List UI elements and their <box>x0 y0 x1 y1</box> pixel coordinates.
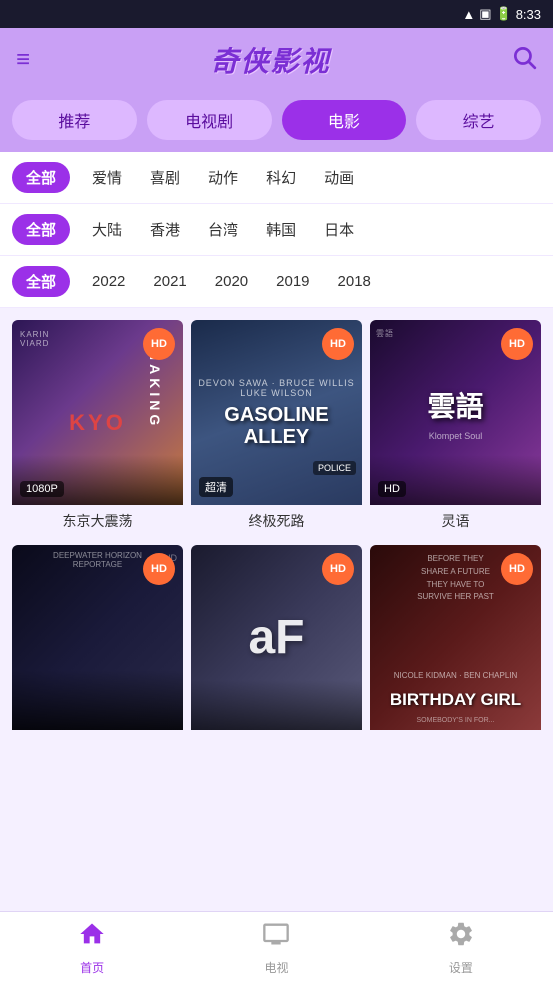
movie-poster-3: HD 雲語 雲語 Klompet Soul HD <box>370 320 541 505</box>
poster-karin: KARINVIARD <box>20 330 49 348</box>
movie-card-4[interactable]: HD DEEPWATER HORIZONREPORTAGE HD <box>12 545 183 742</box>
settings-icon <box>447 920 475 955</box>
movie-title-2: 终极死路 <box>191 505 362 537</box>
battery-icon: 🔋 <box>496 6 512 22</box>
bottom-nav-settings[interactable]: 设置 <box>369 912 553 983</box>
movie-card-2[interactable]: HD DEVON SAWA · BRUCE WILLISLUKE WILSON … <box>191 320 362 537</box>
poster-title-jp: KYO <box>69 410 126 436</box>
hd-badge-4: HD <box>143 553 175 585</box>
poster-main-2: GASOLINEALLEY <box>224 404 328 448</box>
poster-actors-2: DEVON SAWA · BRUCE WILLISLUKE WILSON <box>198 378 354 398</box>
region-filter-tw[interactable]: 台湾 <box>202 217 244 242</box>
year-filter-row: 全部 2022 2021 2020 2019 2018 <box>0 256 553 308</box>
poster-gradient-4 <box>12 670 183 730</box>
movie-card-6[interactable]: HD BEFORE THEYSHARE A FUTURETHEY HAVE TO… <box>370 545 541 742</box>
region-filter-kr[interactable]: 韩国 <box>260 217 302 242</box>
poster-top-text-3: 雲語 <box>376 328 394 339</box>
region-filter-hk[interactable]: 香港 <box>144 217 186 242</box>
movie-title-5 <box>191 730 362 742</box>
quality-badge-3: HD <box>378 481 406 497</box>
year-filter-all[interactable]: 全部 <box>12 266 70 297</box>
year-filter-2022[interactable]: 2022 <box>86 271 131 292</box>
menu-button[interactable]: ≡ <box>16 46 30 74</box>
hd-badge-3: HD <box>501 328 533 360</box>
poster-chinese-3: 雲語 <box>427 385 483 425</box>
hd-badge-2: HD <box>322 328 354 360</box>
genre-filter-animation[interactable]: 动画 <box>318 165 360 190</box>
tab-recommend[interactable]: 推荐 <box>12 100 137 140</box>
signal-icon: ▣ <box>479 6 491 22</box>
hd-badge-5: HD <box>322 553 354 585</box>
app-header: ≡ 奇侠影视 <box>0 28 553 92</box>
movie-title-3: 灵语 <box>370 505 541 537</box>
movie-card-1[interactable]: HD KARINVIARD KYO HAKING 1080P 东京大震荡 <box>12 320 183 537</box>
tab-variety[interactable]: 综艺 <box>416 100 541 140</box>
search-button[interactable] <box>511 44 537 77</box>
poster-vertical-text: HAKING <box>147 350 163 429</box>
nav-tabs: 推荐 电视剧 电影 综艺 <box>0 92 553 152</box>
time-display: 8:33 <box>516 7 541 22</box>
quality-badge-2: 超清 <box>199 477 233 497</box>
wifi-icon: ▲ <box>462 7 475 22</box>
poster-actors-6: NICOLE KIDMAN · BEN CHAPLIN <box>394 671 518 680</box>
tab-tv[interactable]: 电视剧 <box>147 100 272 140</box>
poster-gradient-1 <box>12 455 183 505</box>
genre-filter-comedy[interactable]: 喜剧 <box>144 165 186 190</box>
movie-card-5[interactable]: HD aF <box>191 545 362 742</box>
genre-filter-action[interactable]: 动作 <box>202 165 244 190</box>
year-filter-2019[interactable]: 2019 <box>270 271 315 292</box>
poster-sub-4: DEEPWATER HORIZONREPORTAGE <box>53 551 142 569</box>
movie-grid: HD KARINVIARD KYO HAKING 1080P 东京大震荡 HD … <box>0 308 553 746</box>
app-title: 奇侠影视 <box>211 40 331 80</box>
poster-tagline2-6: SOMEBODY'S IN FOR... <box>417 717 495 724</box>
status-bar: ▲ ▣ 🔋 8:33 <box>0 0 553 28</box>
tv-icon <box>262 920 290 955</box>
hd-badge-1: HD <box>143 328 175 360</box>
movie-poster-6: HD BEFORE THEYSHARE A FUTURETHEY HAVE TO… <box>370 545 541 730</box>
poster-gradient-5 <box>191 680 362 730</box>
movie-card-3[interactable]: HD 雲語 雲語 Klompet Soul HD 灵语 <box>370 320 541 537</box>
movie-poster-1: HD KARINVIARD KYO HAKING 1080P <box>12 320 183 505</box>
filter-section: 全部 爱情 喜剧 动作 科幻 动画 全部 大陆 香港 台湾 韩国 日本 全部 2… <box>0 152 553 308</box>
poster-title-6: BIRTHDAY GIRL <box>390 690 521 710</box>
bottom-nav-home[interactable]: 首页 <box>0 912 184 983</box>
genre-filter-row: 全部 爱情 喜剧 动作 科幻 动画 <box>0 152 553 204</box>
region-filter-row: 全部 大陆 香港 台湾 韩国 日本 <box>0 204 553 256</box>
year-filter-2018[interactable]: 2018 <box>332 271 377 292</box>
home-label: 首页 <box>80 959 104 976</box>
poster-sub-3: Klompet Soul <box>429 431 483 441</box>
movie-poster-5: HD aF <box>191 545 362 730</box>
region-filter-all[interactable]: 全部 <box>12 214 70 245</box>
movie-title-6 <box>370 730 541 742</box>
bottom-nav-tv[interactable]: 电视 <box>184 912 368 983</box>
hd-badge-6: HD <box>501 553 533 585</box>
poster-police-2: POLICE <box>313 461 356 475</box>
movie-poster-4: HD DEEPWATER HORIZONREPORTAGE HD <box>12 545 183 730</box>
bottom-nav: 首页 电视 设置 <box>0 911 553 983</box>
year-filter-2021[interactable]: 2021 <box>147 271 192 292</box>
genre-filter-romance[interactable]: 爱情 <box>86 165 128 190</box>
genre-filter-all[interactable]: 全部 <box>12 162 70 193</box>
movie-title-4 <box>12 730 183 742</box>
year-filter-2020[interactable]: 2020 <box>209 271 254 292</box>
region-filter-jp[interactable]: 日本 <box>318 217 360 242</box>
tv-label: 电视 <box>264 959 288 976</box>
genre-filter-scifi[interactable]: 科幻 <box>260 165 302 190</box>
poster-main-5: aF <box>248 610 304 665</box>
tab-movie[interactable]: 电影 <box>282 100 407 140</box>
poster-gradient-3 <box>370 455 541 505</box>
movie-poster-2: HD DEVON SAWA · BRUCE WILLISLUKE WILSON … <box>191 320 362 505</box>
quality-badge-1: 1080P <box>20 481 64 497</box>
home-icon <box>78 920 106 955</box>
status-icons: ▲ ▣ 🔋 8:33 <box>462 6 541 22</box>
region-filter-mainland[interactable]: 大陆 <box>86 217 128 242</box>
settings-label: 设置 <box>449 959 473 976</box>
movie-title-1: 东京大震荡 <box>12 505 183 537</box>
